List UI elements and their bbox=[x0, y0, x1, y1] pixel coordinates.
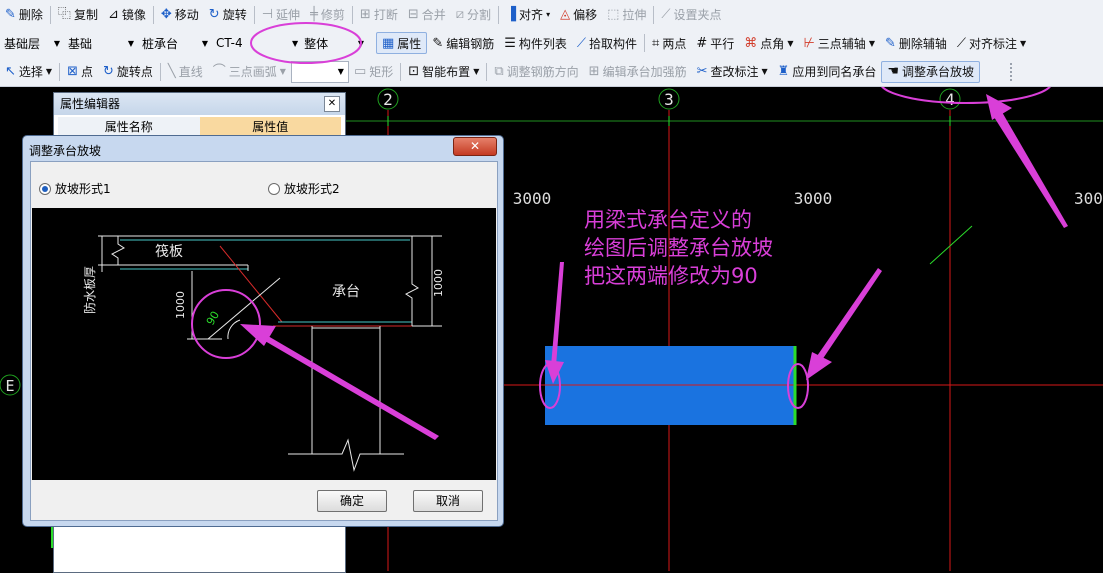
dimension-text: 3000 bbox=[513, 189, 552, 208]
height-label-right: 1000 bbox=[432, 269, 445, 297]
column-header-name: 属性名称 bbox=[58, 117, 200, 137]
close-button[interactable]: ✕ bbox=[453, 137, 497, 156]
cap-label: 承台 bbox=[332, 284, 360, 300]
radio-icon[interactable] bbox=[268, 182, 280, 195]
annotation-line: 绘图后调整承台放坡 bbox=[584, 236, 773, 260]
annotation-overlay-top bbox=[250, 22, 362, 64]
height-label-left: 1000 bbox=[174, 291, 187, 319]
dimension-text: 300 bbox=[1074, 189, 1103, 208]
dialog-title: 调整承台放坡 bbox=[29, 144, 102, 158]
annotation-line: 用梁式承台定义的 bbox=[584, 208, 752, 232]
waterproof-thickness-label: 防水板厚 bbox=[82, 266, 97, 314]
ok-button[interactable]: 确定 bbox=[317, 490, 387, 512]
axis-label-e: E bbox=[5, 377, 14, 395]
dimension-text: 3000 bbox=[794, 189, 833, 208]
cancel-button[interactable]: 取消 bbox=[413, 490, 483, 512]
highlight-ellipse-mode bbox=[250, 22, 362, 64]
column-header-value: 属性值 bbox=[199, 117, 341, 137]
adjust-slope-dialog: 调整承台放坡 ✕ 放坡形式1 放坡形式2 防水板厚 1000 90 筏板 承台 … bbox=[22, 135, 504, 527]
annotation-text: 用梁式承台定义的 绘图后调整承台放坡 把这两端修改为90 bbox=[584, 206, 773, 290]
annotation-line: 把这两端修改为90 bbox=[584, 264, 758, 288]
radio-selected-icon[interactable] bbox=[39, 182, 51, 195]
raft-label: 筏板 bbox=[155, 243, 183, 260]
property-table-header: 属性名称 属性值 bbox=[58, 117, 341, 137]
slope-option-1[interactable]: 放坡形式1 bbox=[39, 180, 111, 197]
dialog-body: 放坡形式1 放坡形式2 防水板厚 1000 90 筏板 承台 1000 确定 取… bbox=[30, 161, 498, 521]
slope-option-2[interactable]: 放坡形式2 bbox=[268, 180, 340, 197]
slope-preview-diagram: 防水板厚 1000 90 筏板 承台 1000 bbox=[32, 208, 496, 480]
